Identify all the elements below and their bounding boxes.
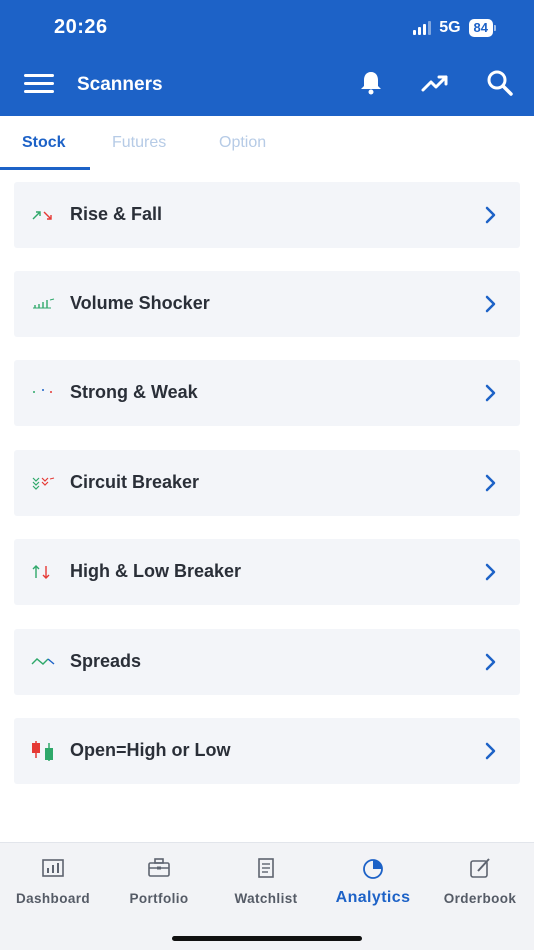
signal-icon: [413, 21, 432, 35]
nav-dashboard[interactable]: Dashboard: [0, 855, 106, 906]
bell-icon[interactable]: [356, 68, 386, 98]
scanner-item-volume-shocker[interactable]: Volume Shocker: [14, 271, 520, 337]
nav-watchlist[interactable]: Watchlist: [213, 855, 319, 906]
scanner-item-label: High & Low Breaker: [70, 561, 242, 581]
rise-fall-icon: [32, 211, 52, 220]
candlestick-icon: [32, 741, 53, 761]
nav-label: Dashboard: [15, 891, 91, 906]
edit-icon: [470, 858, 490, 878]
scanner-item-label: Rise & Fall: [70, 204, 163, 224]
chevron-right-icon: [485, 563, 496, 581]
scanner-item-label: Open=High or Low: [70, 740, 231, 760]
menu-icon[interactable]: [24, 74, 54, 96]
dots-icon: [33, 389, 52, 393]
scanner-item-strong-weak[interactable]: Strong & Weak: [14, 360, 520, 426]
home-indicator: [172, 936, 362, 941]
wave-icon: [31, 658, 55, 665]
page-title: Scanners: [77, 74, 163, 95]
scanner-item-label: Volume Shocker: [70, 293, 210, 313]
nav-label: Analytics: [335, 889, 411, 906]
chevron-right-icon: [485, 742, 496, 760]
chevron-right-icon: [485, 206, 496, 224]
network-label: 5G: [439, 19, 461, 36]
scanner-item-label: Strong & Weak: [70, 382, 198, 402]
chevron-right-icon: [485, 474, 496, 492]
tab-option[interactable]: Option: [219, 134, 266, 152]
nav-orderbook[interactable]: Orderbook: [427, 855, 533, 906]
list-icon: [258, 858, 274, 878]
up-down-arrows-icon: [32, 565, 50, 579]
scanner-list: Rise & Fall Volume Shocker Strong & Weak: [0, 170, 534, 842]
volume-bars-icon: [33, 298, 55, 309]
pie-chart-icon: [363, 859, 383, 879]
nav-analytics[interactable]: Analytics: [320, 855, 426, 907]
dashboard-icon: [42, 859, 64, 877]
chevron-right-icon: [485, 653, 496, 671]
status-time: 20:26: [54, 16, 108, 38]
scanner-tabs: Stock Futures Option: [0, 116, 534, 170]
nav-label: Watchlist: [234, 891, 298, 906]
battery-icon: 84: [468, 19, 496, 37]
scanner-item-circuit-breaker[interactable]: Circuit Breaker: [14, 450, 520, 516]
status-indicators: 5G 84: [413, 19, 496, 37]
nav-portfolio[interactable]: Portfolio: [106, 855, 212, 906]
tab-futures[interactable]: Futures: [112, 134, 166, 152]
scanner-item-label: Circuit Breaker: [70, 472, 200, 492]
scanner-item-label: Spreads: [70, 651, 142, 671]
chevron-right-icon: [485, 384, 496, 402]
app-header: 20:26 5G 84 Scanners: [0, 0, 534, 116]
chevron-right-icon: [485, 295, 496, 313]
trending-up-icon[interactable]: [420, 68, 450, 98]
nav-label: Orderbook: [443, 891, 517, 906]
search-icon[interactable]: [485, 68, 515, 98]
bottom-navigation: Dashboard Portfolio Watchlist Analytics: [0, 842, 534, 950]
chevrons-icon: [32, 477, 55, 490]
scanner-item-high-low-breaker[interactable]: High & Low Breaker: [14, 539, 520, 605]
tab-stock[interactable]: Stock: [22, 134, 66, 152]
briefcase-icon: [148, 858, 170, 877]
scanner-item-spreads[interactable]: Spreads: [14, 629, 520, 695]
scanner-item-open-high-low[interactable]: Open=High or Low: [14, 718, 520, 784]
scanner-item-rise-fall[interactable]: Rise & Fall: [14, 182, 520, 248]
battery-level: 84: [468, 19, 493, 37]
nav-label: Portfolio: [129, 891, 189, 906]
